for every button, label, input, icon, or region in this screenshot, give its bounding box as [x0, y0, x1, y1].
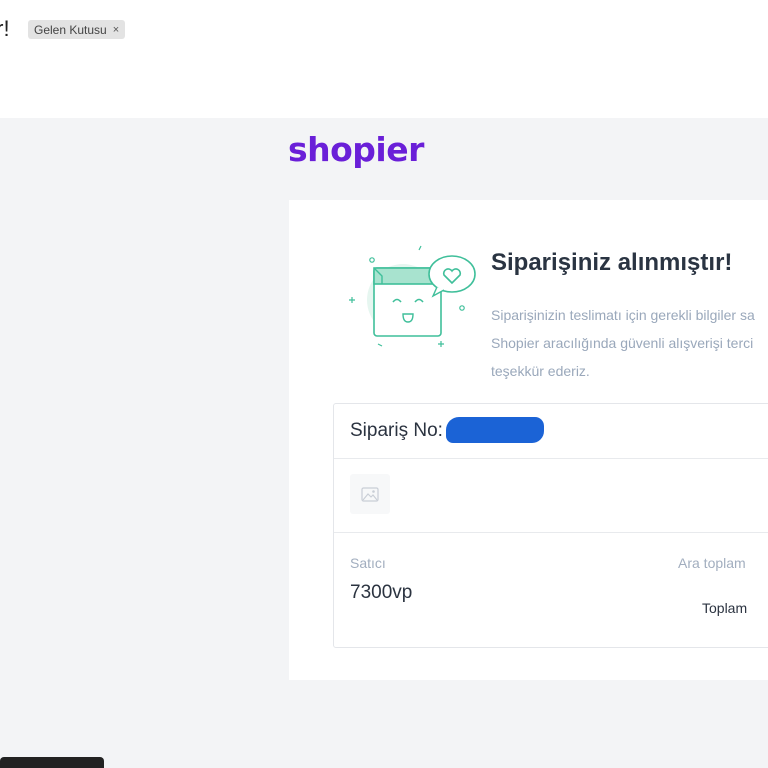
description-line-2: Shopier aracılığında güvenli alışverişi …: [491, 335, 754, 351]
email-subject: ır!: [0, 16, 10, 41]
email-header: ır! Gelen Kutusu ×: [0, 0, 768, 118]
remove-label-icon[interactable]: ×: [113, 24, 119, 36]
description-line-1: Siparişinizin teslimatı için gerekli bil…: [491, 307, 755, 323]
bottom-toolbar-tab[interactable]: [0, 757, 104, 768]
seller-label: Satıcı: [350, 555, 386, 571]
order-summary: Sipariş No: Satıcı 7300vp Ara toplam Top…: [333, 403, 768, 648]
total-label: Toplam: [702, 600, 748, 616]
redacted-order-number: [446, 417, 544, 443]
smiling-box-with-heart-bubble-icon: [349, 245, 476, 347]
order-number-label: Sipariş No:: [350, 420, 443, 441]
confirmation-title: Siparişiniz alınmıştır!: [491, 249, 733, 276]
label-chip-text: Gelen Kutusu: [34, 22, 107, 37]
product-row: [334, 458, 768, 533]
confirmation-description: Siparişinizin teslimatı için gerekli bil…: [491, 301, 768, 385]
description-line-3: teşekkür ederiz.: [491, 363, 590, 379]
shopier-logo[interactable]: shopier: [288, 130, 424, 169]
image-placeholder-icon: [350, 474, 390, 514]
seller-value: 7300vp: [350, 582, 413, 603]
label-chip-inbox[interactable]: Gelen Kutusu ×: [28, 20, 126, 39]
subtotal-label: Ara toplam: [678, 555, 746, 571]
order-header: Sipariş No:: [334, 404, 768, 459]
